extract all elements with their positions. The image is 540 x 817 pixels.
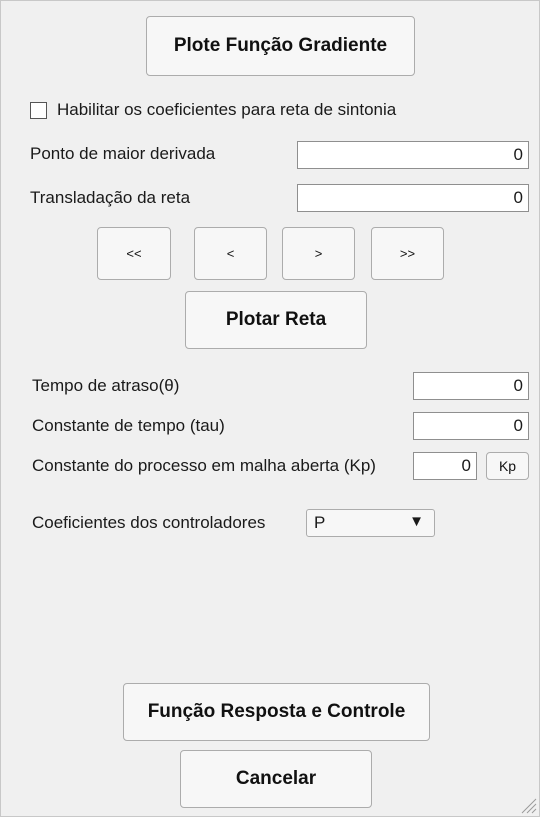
process-gain-label: Constante do processo em malha aberta (K… (32, 456, 376, 475)
next-button[interactable]: > (282, 227, 355, 280)
translation-label: Transladação da reta (30, 188, 191, 207)
plot-line-button[interactable]: Plotar Reta (185, 291, 367, 349)
last-button[interactable]: >> (371, 227, 444, 280)
time-constant-field[interactable]: 0 (413, 412, 529, 440)
controller-select-value: P (314, 513, 326, 532)
triangle-down-icon: ▼ (409, 513, 424, 530)
response-control-button[interactable]: Função Resposta e Controle (123, 683, 430, 741)
plot-gradient-button[interactable]: Plote Função Gradiente (146, 16, 415, 76)
translation-field[interactable]: 0 (297, 184, 529, 212)
process-gain-field[interactable]: 0 (413, 452, 477, 480)
delay-label: Tempo de atraso(θ) (32, 376, 180, 395)
resize-grip-icon[interactable] (519, 796, 537, 814)
time-constant-label: Constante de tempo (tau) (32, 416, 225, 435)
max-derivative-label: Ponto de maior derivada (30, 144, 216, 163)
delay-field[interactable]: 0 (413, 372, 529, 400)
controller-coefficients-label: Coeficientes dos controladores (32, 513, 266, 532)
previous-button[interactable]: < (194, 227, 267, 280)
controller-select[interactable]: P ▼ (306, 509, 435, 537)
max-derivative-field[interactable]: 0 (297, 141, 529, 169)
cancel-button[interactable]: Cancelar (180, 750, 372, 808)
kp-button[interactable]: Kp (486, 452, 529, 480)
enable-coefficients-label: Habilitar os coeficientes para reta de s… (57, 100, 397, 119)
dialog-window: Plote Função Gradiente Habilitar os coef… (0, 0, 540, 817)
first-button[interactable]: << (97, 227, 171, 280)
enable-coefficients-checkbox[interactable] (30, 102, 47, 119)
